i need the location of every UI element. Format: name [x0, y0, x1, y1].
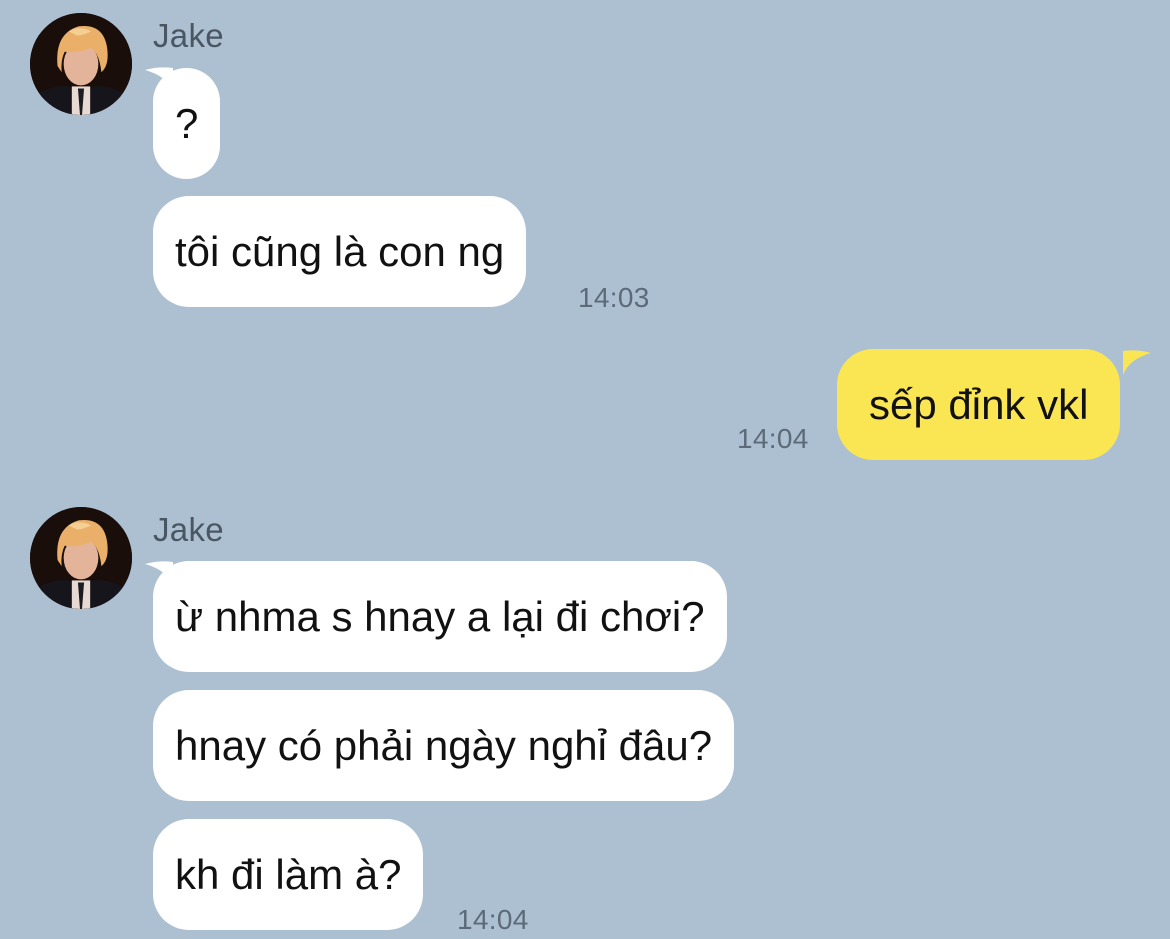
outgoing-message-bubble[interactable]: sếp đỉnk vkl	[837, 349, 1121, 460]
message-bubble[interactable]: hnay có phải ngày nghỉ đâu?	[153, 690, 735, 801]
sender-name: Jake	[153, 511, 224, 548]
message-bubble[interactable]: ừ nhma s hnay a lại đi chơi?	[153, 561, 727, 672]
sender-avatar[interactable]	[30, 507, 132, 609]
sender-name: Jake	[153, 17, 224, 54]
profile-photo-icon	[30, 507, 132, 609]
message-bubble[interactable]: kh đi làm à?	[153, 819, 424, 930]
sender-avatar[interactable]	[30, 13, 132, 115]
profile-photo-icon	[30, 13, 132, 115]
message-timestamp: 14:04	[457, 904, 529, 935]
chat-view: Jake ? tôi cũng là con ng 14:03 14:04 sế…	[0, 0, 1170, 939]
message-bubble[interactable]: ?	[153, 68, 221, 179]
message-timestamp: 14:04	[737, 423, 809, 454]
message-timestamp: 14:03	[578, 282, 650, 313]
message-bubble[interactable]: tôi cũng là con ng	[153, 196, 527, 307]
bubble-tail	[1123, 350, 1151, 375]
